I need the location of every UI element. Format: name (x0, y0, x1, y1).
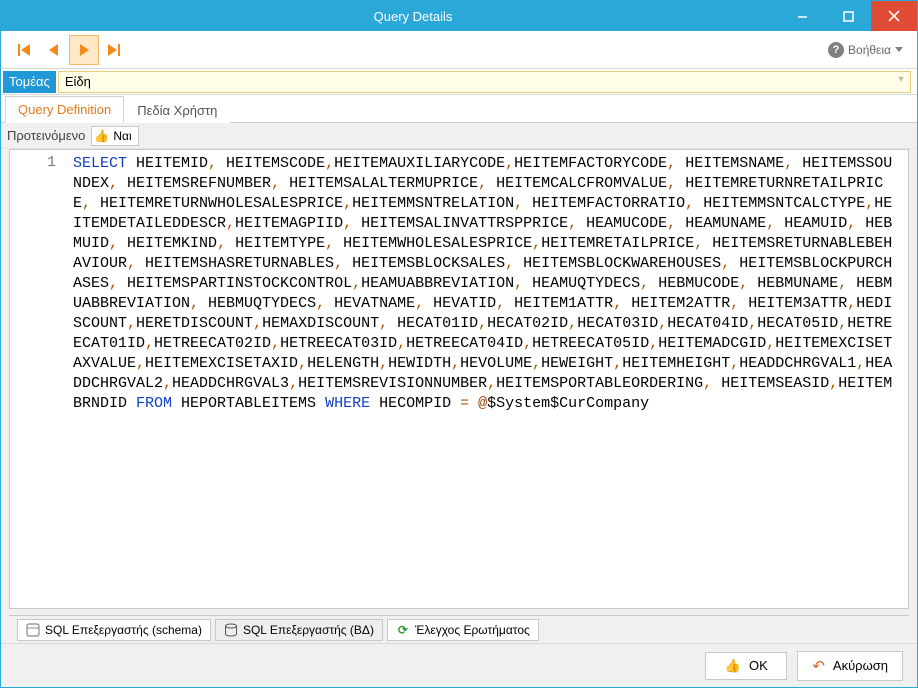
prev-icon (47, 43, 61, 57)
editor-gutter: 1 (10, 150, 65, 608)
maximize-button[interactable] (825, 1, 871, 31)
main-tabs: Query Definition Πεδία Χρήστη (1, 95, 917, 123)
domain-input-wrap: ▾ (58, 71, 911, 93)
tab-user-fields[interactable]: Πεδία Χρήστη (124, 97, 230, 123)
cancel-button[interactable]: ↶ Ακύρωση (797, 651, 903, 681)
help-button[interactable]: ? Βοήθεια (822, 38, 909, 62)
next-icon (77, 43, 91, 57)
window-root: Query Details (0, 0, 918, 688)
thumb-up-icon: 👍 (94, 129, 109, 143)
minimize-icon (797, 11, 808, 22)
schema-icon (26, 623, 40, 637)
line-number: 1 (14, 154, 56, 171)
recommended-row: Προτεινόμενο 👍 Ναι (1, 123, 917, 149)
last-record-button[interactable] (99, 35, 129, 65)
first-record-button[interactable] (9, 35, 39, 65)
check-icon: ⟳ (396, 623, 410, 637)
help-label: Βοήθεια (848, 43, 891, 57)
ok-label: OK (749, 658, 768, 673)
window-title: Query Details (47, 9, 779, 24)
recommended-value-box[interactable]: 👍 Ναι (91, 126, 138, 146)
ok-button[interactable]: 👍 OK (705, 652, 787, 680)
domain-label: Τομέας (3, 71, 56, 93)
undo-icon: ↶ (812, 657, 825, 675)
db-label: SQL Επεξεργαστής (ΒΔ) (243, 623, 374, 637)
titlebar: Query Details (1, 1, 917, 31)
last-icon (107, 43, 121, 57)
help-icon: ? (828, 42, 844, 58)
close-button[interactable] (871, 1, 917, 31)
schema-label: SQL Επεξεργαστής (schema) (45, 623, 202, 637)
tab-query-definition[interactable]: Query Definition (5, 96, 124, 123)
recommended-value: Ναι (113, 129, 131, 143)
window-controls (779, 1, 917, 31)
prev-record-button[interactable] (39, 35, 69, 65)
cancel-label: Ακύρωση (833, 658, 888, 673)
next-record-button[interactable] (69, 35, 99, 65)
check-label: Έλεγχος Ερωτήματος (415, 623, 530, 637)
record-nav-group (9, 35, 129, 65)
minimize-button[interactable] (779, 1, 825, 31)
sql-editor-db-button[interactable]: SQL Επεξεργαστής (ΒΔ) (215, 619, 383, 641)
bottom-tabs: SQL Επεξεργαστής (schema) SQL Επεξεργαστ… (9, 615, 909, 643)
dropdown-icon[interactable]: ▾ (895, 74, 907, 85)
toolbar: ? Βοήθεια (1, 31, 917, 69)
maximize-icon (843, 11, 854, 22)
first-icon (17, 43, 31, 57)
domain-row: Τομέας ▾ (1, 69, 917, 95)
domain-input[interactable] (58, 71, 911, 93)
close-icon (888, 10, 900, 22)
caret-down-icon (895, 47, 903, 52)
footer: 👍 OK ↶ Ακύρωση (1, 643, 917, 687)
recommended-label: Προτεινόμενο (7, 128, 85, 143)
db-icon (224, 623, 238, 637)
sql-editor[interactable]: 1 SELECT HEITEMID, HEITEMSCODE,HEITEMAUX… (9, 149, 909, 609)
editor-content[interactable]: SELECT HEITEMID, HEITEMSCODE,HEITEMAUXIL… (65, 150, 908, 608)
thumb-up-icon: 👍 (725, 658, 741, 674)
query-check-button[interactable]: ⟳ Έλεγχος Ερωτήματος (387, 619, 539, 641)
sql-editor-schema-button[interactable]: SQL Επεξεργαστής (schema) (17, 619, 211, 641)
